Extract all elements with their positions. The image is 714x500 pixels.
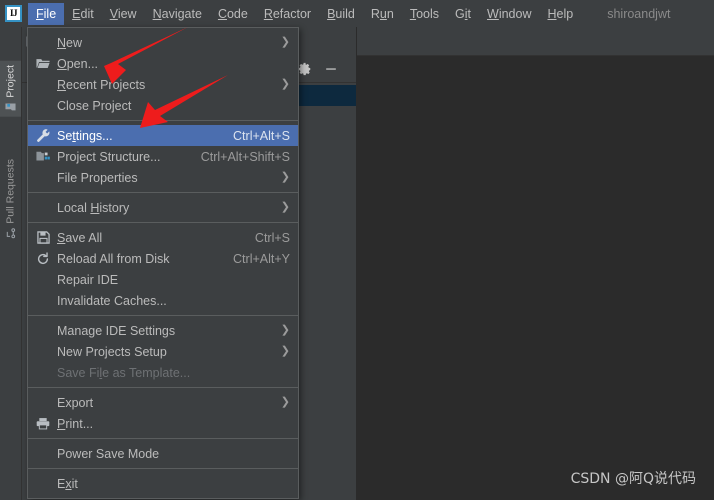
sidebar-item-pull-requests-label: Pull Requests bbox=[4, 159, 17, 224]
menu-separator bbox=[28, 468, 298, 469]
chevron-right-icon: ❯ bbox=[280, 324, 290, 336]
menu-item-label: Settings... bbox=[57, 128, 113, 143]
sidebar-item-pull-requests[interactable]: Pull Requests bbox=[0, 155, 21, 243]
menu-item-new[interactable]: New ❯ bbox=[28, 32, 298, 53]
menu-item-shortcut: Ctrl+Alt+S bbox=[233, 128, 290, 143]
editor-tab-strip bbox=[357, 27, 714, 56]
menu-bar-item-tools[interactable]: Tools bbox=[402, 3, 447, 25]
menu-item-power-save-mode[interactable]: Power Save Mode bbox=[28, 443, 298, 464]
menu-item-label: New bbox=[57, 35, 83, 50]
menu-item-label: Power Save Mode bbox=[57, 446, 160, 461]
menu-bar-item-help[interactable]: Help bbox=[540, 3, 582, 25]
minimize-icon bbox=[326, 67, 336, 70]
menu-item-label: Repair IDE bbox=[57, 272, 119, 287]
pull-request-icon bbox=[6, 228, 16, 239]
project-folder-icon bbox=[5, 103, 16, 111]
menu-bar-item-git[interactable]: Git bbox=[447, 3, 479, 25]
project-structure-icon bbox=[35, 149, 51, 165]
menu-bar-item-run[interactable]: Run bbox=[363, 3, 402, 25]
menu-separator bbox=[28, 315, 298, 316]
menu-bar-item-file[interactable]: File bbox=[28, 2, 65, 25]
menu-item-manage-ide-settings[interactable]: Manage IDE Settings ❯ bbox=[28, 320, 298, 341]
menu-bar-item-window[interactable]: Window bbox=[479, 3, 539, 25]
menu-separator bbox=[28, 192, 298, 193]
menu-item-label: Manage IDE Settings bbox=[57, 323, 176, 338]
menu-bar-item-view[interactable]: View bbox=[102, 3, 145, 25]
menu-separator bbox=[28, 120, 298, 121]
window-project-name: shiroandjwt bbox=[607, 6, 671, 21]
intellij-logo-icon: IJ bbox=[5, 5, 22, 22]
menu-item-exit[interactable]: Exit bbox=[28, 473, 298, 494]
chevron-right-icon: ❯ bbox=[280, 78, 290, 90]
menu-item-recent-projects[interactable]: Recent Projects ❯ bbox=[28, 74, 298, 95]
chevron-right-icon: ❯ bbox=[280, 36, 290, 48]
reload-icon bbox=[35, 251, 51, 267]
main-menu-bar: IJ File Edit View Navigate Code Refactor Build… bbox=[0, 0, 714, 27]
menu-item-file-properties[interactable]: File Properties ❯ bbox=[28, 167, 298, 188]
ide-window: Project Pull Requests sh bbox=[0, 0, 714, 500]
menu-item-label: Project Structure... bbox=[57, 149, 161, 164]
menu-item-close-project[interactable]: Close Project bbox=[28, 95, 298, 116]
menu-item-settings[interactable]: Settings... Ctrl+Alt+S bbox=[28, 125, 298, 146]
intellij-logo-text: IJ bbox=[9, 8, 18, 18]
menu-item-save-all[interactable]: Save All Ctrl+S bbox=[28, 227, 298, 248]
menu-bar-item-code[interactable]: Code bbox=[210, 3, 256, 25]
save-icon bbox=[35, 230, 51, 246]
watermark: CSDN @阿Q说代码 bbox=[570, 471, 696, 487]
menu-item-label: Open... bbox=[57, 56, 99, 71]
chevron-right-icon: ❯ bbox=[280, 201, 290, 213]
menu-item-export[interactable]: Export ❯ bbox=[28, 392, 298, 413]
menu-item-shortcut: Ctrl+Alt+Shift+S bbox=[200, 149, 290, 164]
menu-item-label: File Properties bbox=[57, 170, 138, 185]
menu-item-new-projects-setup[interactable]: New Projects Setup ❯ bbox=[28, 341, 298, 362]
editor-area[interactable] bbox=[357, 56, 714, 500]
menu-item-local-history[interactable]: Local History ❯ bbox=[28, 197, 298, 218]
menu-item-save-file-as-template: Save File as Template... bbox=[28, 362, 298, 383]
menu-separator bbox=[28, 222, 298, 223]
menu-item-label: Save All bbox=[57, 230, 103, 245]
menu-item-reload-all-from-disk[interactable]: Reload All from Disk Ctrl+Alt+Y bbox=[28, 248, 298, 269]
chevron-right-icon: ❯ bbox=[280, 171, 290, 183]
printer-icon bbox=[35, 416, 51, 432]
chevron-right-icon: ❯ bbox=[280, 396, 290, 408]
left-tool-window-stripe: Project Pull Requests bbox=[0, 27, 22, 500]
sidebar-item-project[interactable]: Project bbox=[0, 61, 21, 117]
chevron-right-icon: ❯ bbox=[280, 345, 290, 357]
folder-open-icon bbox=[35, 56, 51, 72]
menu-item-label: Recent Projects bbox=[57, 77, 146, 92]
hide-tool-window-button[interactable] bbox=[320, 58, 342, 80]
menu-item-invalidate-caches[interactable]: Invalidate Caches... bbox=[28, 290, 298, 311]
menu-item-shortcut: Ctrl+Alt+Y bbox=[233, 251, 290, 266]
menu-item-label: Close Project bbox=[57, 98, 132, 113]
menu-item-label: Invalidate Caches... bbox=[57, 293, 167, 308]
menu-separator bbox=[28, 438, 298, 439]
menu-item-label: Print... bbox=[57, 416, 94, 431]
menu-item-label: Local History bbox=[57, 200, 130, 215]
menu-item-repair-ide[interactable]: Repair IDE bbox=[28, 269, 298, 290]
menu-item-label: Reload All from Disk bbox=[57, 251, 170, 266]
menu-item-label: Save File as Template... bbox=[57, 365, 191, 380]
gear-icon bbox=[298, 62, 311, 75]
menu-item-label: New Projects Setup bbox=[57, 344, 167, 359]
menu-item-project-structure[interactable]: Project Structure... Ctrl+Alt+Shift+S bbox=[28, 146, 298, 167]
menu-separator bbox=[28, 387, 298, 388]
menu-item-print[interactable]: Print... bbox=[28, 413, 298, 434]
file-dropdown-menu[interactable]: New ❯ Open... Recent Projects ❯ Close Project… bbox=[27, 27, 299, 499]
menu-item-label: Exit bbox=[57, 476, 78, 491]
wrench-icon bbox=[35, 128, 51, 144]
menu-item-label: Export bbox=[57, 395, 94, 410]
menu-bar-item-build[interactable]: Build bbox=[319, 3, 363, 25]
menu-bar-items: File Edit View Navigate Code Refactor Build Run… bbox=[28, 2, 582, 25]
menu-bar-item-navigate[interactable]: Navigate bbox=[145, 3, 210, 25]
menu-bar-item-edit[interactable]: Edit bbox=[64, 3, 102, 25]
menu-item-open[interactable]: Open... bbox=[28, 53, 298, 74]
menu-bar-item-refactor[interactable]: Refactor bbox=[256, 3, 319, 25]
menu-item-shortcut: Ctrl+S bbox=[254, 230, 290, 245]
sidebar-item-project-label: Project bbox=[4, 65, 17, 98]
